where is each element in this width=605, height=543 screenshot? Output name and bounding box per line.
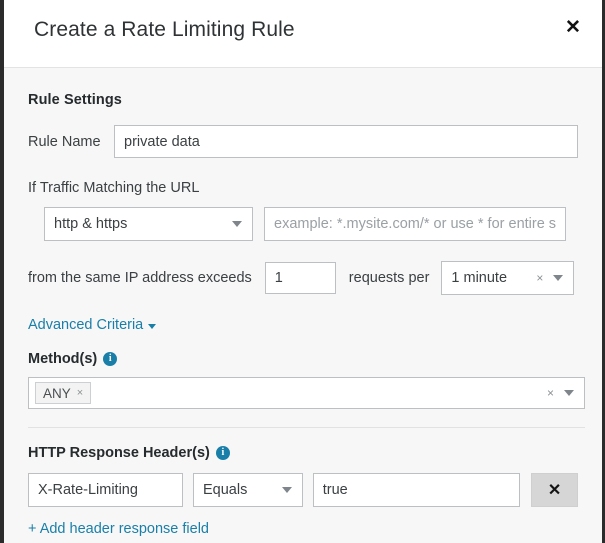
methods-label: Method(s) xyxy=(28,351,98,367)
advanced-criteria-label: Advanced Criteria xyxy=(28,317,144,333)
close-icon[interactable]: × xyxy=(77,387,83,399)
section-divider xyxy=(28,427,585,428)
create-rate-limiting-rule-dialog: Create a Rate Limiting Rule ✕ Rule Setti… xyxy=(0,0,605,543)
url-pattern-input[interactable] xyxy=(264,207,566,241)
chevron-down-icon xyxy=(553,275,564,281)
protocol-select-value: http & https xyxy=(54,216,128,232)
rule-settings-heading: Rule Settings xyxy=(28,92,122,108)
response-headers-heading: HTTP Response Header(s) i xyxy=(28,445,578,461)
rule-name-label: Rule Name xyxy=(28,133,101,150)
method-chip[interactable]: ANY × xyxy=(35,382,92,404)
request-count-input[interactable] xyxy=(264,262,336,294)
clear-icon[interactable]: × xyxy=(536,271,543,285)
exceeds-label: from the same IP address exceeds xyxy=(28,270,252,286)
rate-threshold-row: from the same IP address exceeds request… xyxy=(28,261,578,295)
url-match-label: If Traffic Matching the URL xyxy=(28,180,200,196)
table-row: Equals ✕ xyxy=(28,473,578,507)
time-period-select[interactable]: 1 minute × xyxy=(441,261,575,295)
dialog-body: Rule Settings Rule Name If Traffic Match… xyxy=(4,68,602,542)
url-match-row: http & https xyxy=(28,207,578,241)
remove-header-button[interactable]: ✕ xyxy=(531,473,578,507)
methods-multiselect[interactable]: ANY × × xyxy=(28,377,585,409)
response-headers-label: HTTP Response Header(s) xyxy=(28,445,210,461)
info-icon[interactable]: i xyxy=(215,446,230,460)
page-title: Create a Rate Limiting Rule xyxy=(34,18,295,41)
close-icon[interactable]: ✕ xyxy=(560,14,586,40)
header-value-input[interactable] xyxy=(312,473,521,507)
rule-name-input[interactable] xyxy=(114,125,578,158)
time-period-value: 1 minute xyxy=(451,270,508,286)
requests-per-label: requests per xyxy=(348,270,430,286)
chevron-down-icon xyxy=(232,221,242,227)
header-operator-value: Equals xyxy=(203,482,248,498)
header-name-input[interactable] xyxy=(28,473,183,507)
chevron-down-icon xyxy=(148,323,157,329)
clear-icon[interactable]: × xyxy=(547,386,554,400)
dialog-header: Create a Rate Limiting Rule ✕ xyxy=(4,0,602,68)
chevron-down-icon xyxy=(281,487,292,493)
protocol-select[interactable]: http & https xyxy=(44,207,253,241)
info-icon[interactable]: i xyxy=(103,352,118,366)
add-header-response-field-link[interactable]: + Add header response field xyxy=(28,521,209,537)
method-chip-label: ANY xyxy=(43,385,71,401)
rule-name-row: Rule Name xyxy=(28,125,578,158)
chevron-down-icon xyxy=(564,390,574,396)
methods-heading: Method(s) i xyxy=(28,351,578,367)
advanced-criteria-toggle[interactable]: Advanced Criteria xyxy=(28,317,157,333)
header-operator-select[interactable]: Equals xyxy=(193,473,303,507)
